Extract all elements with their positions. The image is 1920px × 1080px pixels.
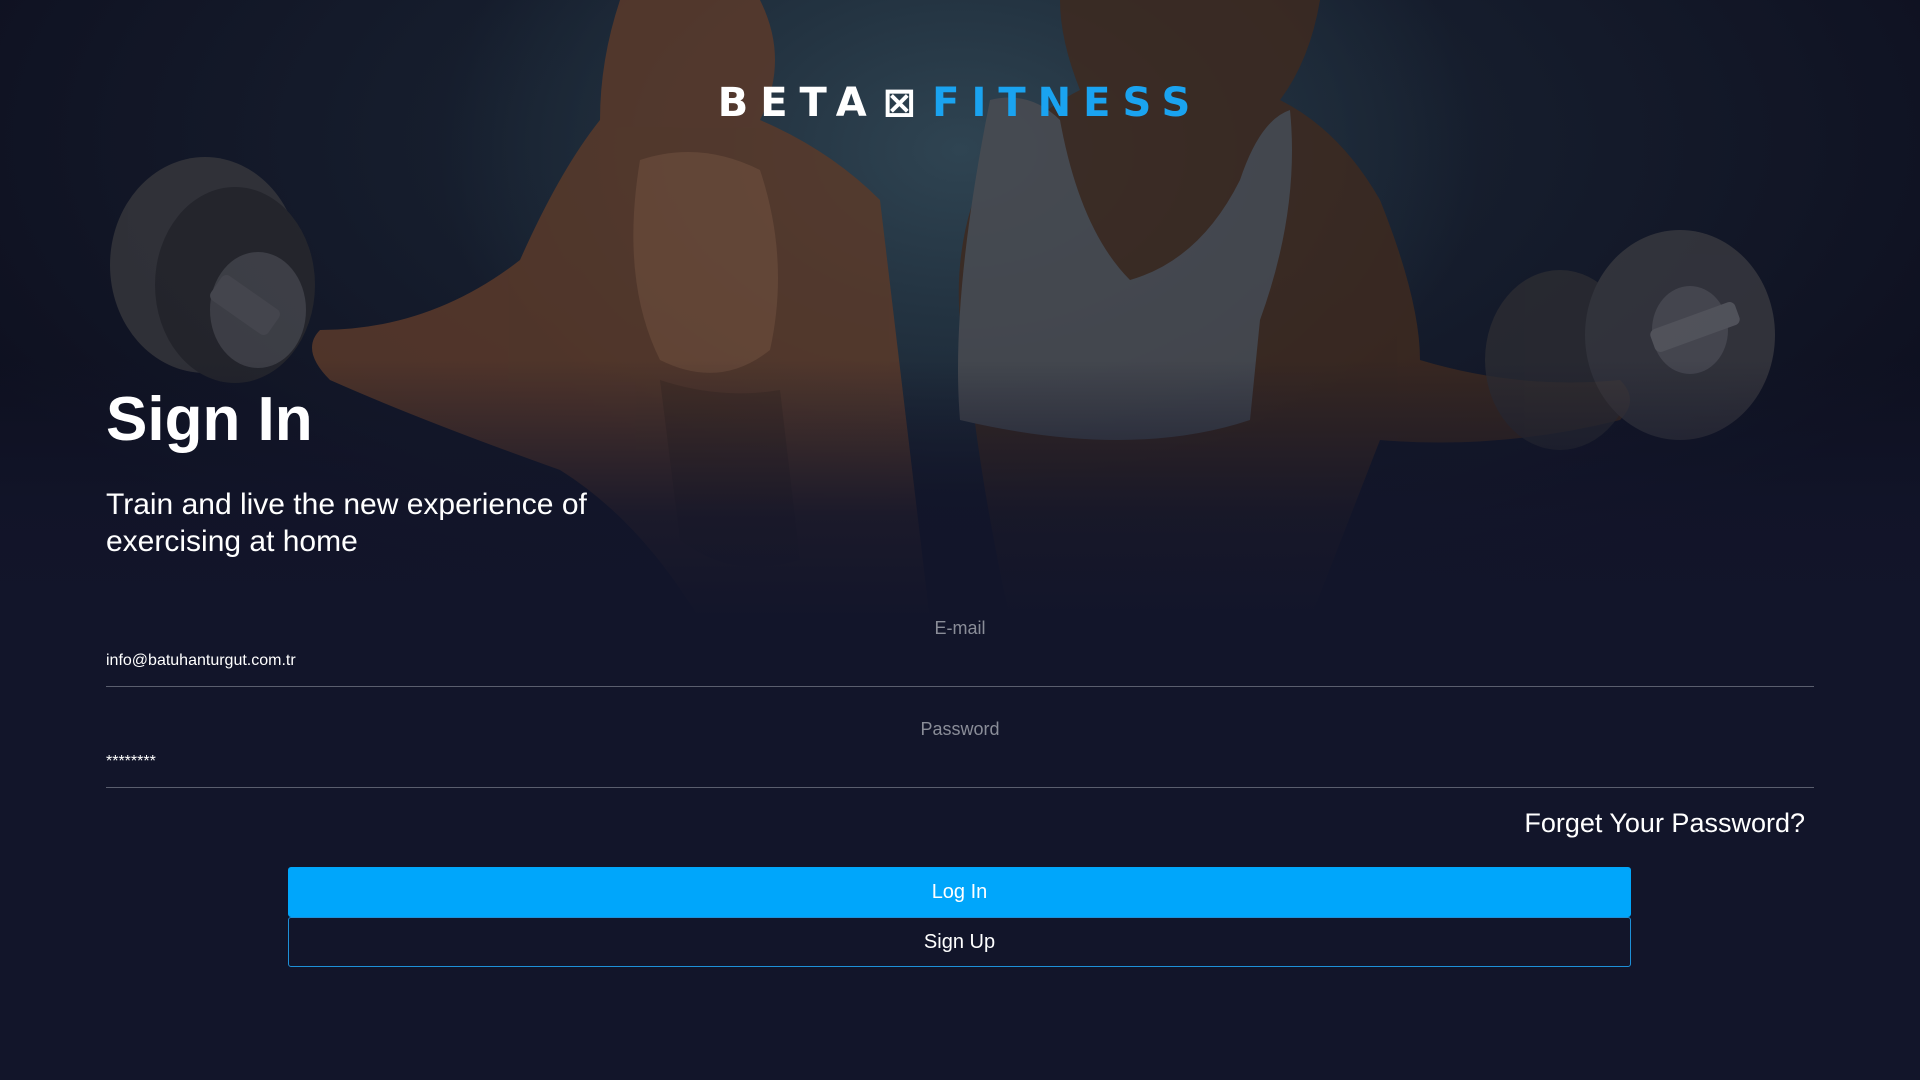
- logo-text-fitness: FITNESS: [932, 80, 1203, 126]
- email-field[interactable]: E-mail info@batuhanturgut.com.tr: [106, 606, 1814, 687]
- brand-logo: BETA ⊠ FITNESS: [0, 78, 1920, 128]
- login-button[interactable]: Log In: [288, 867, 1631, 917]
- page-title: Sign In: [106, 385, 313, 454]
- email-input[interactable]: info@batuhanturgut.com.tr: [106, 652, 296, 670]
- password-field[interactable]: Password ********: [106, 707, 1814, 788]
- signup-button[interactable]: Sign Up: [288, 917, 1631, 967]
- email-label: E-mail: [934, 618, 986, 638]
- forgot-password-link[interactable]: Forget Your Password?: [1524, 808, 1805, 839]
- logo-mark-icon: ⊠: [882, 80, 929, 126]
- sign-in-page: BETA ⊠ FITNESS Sign In Train and live the …: [0, 0, 1920, 1080]
- password-label: Password: [920, 719, 1000, 739]
- password-input[interactable]: ********: [106, 753, 156, 771]
- logo-text-beta: BETA: [717, 80, 879, 126]
- page-subtitle: Train and live the new experience of exe…: [106, 488, 587, 558]
